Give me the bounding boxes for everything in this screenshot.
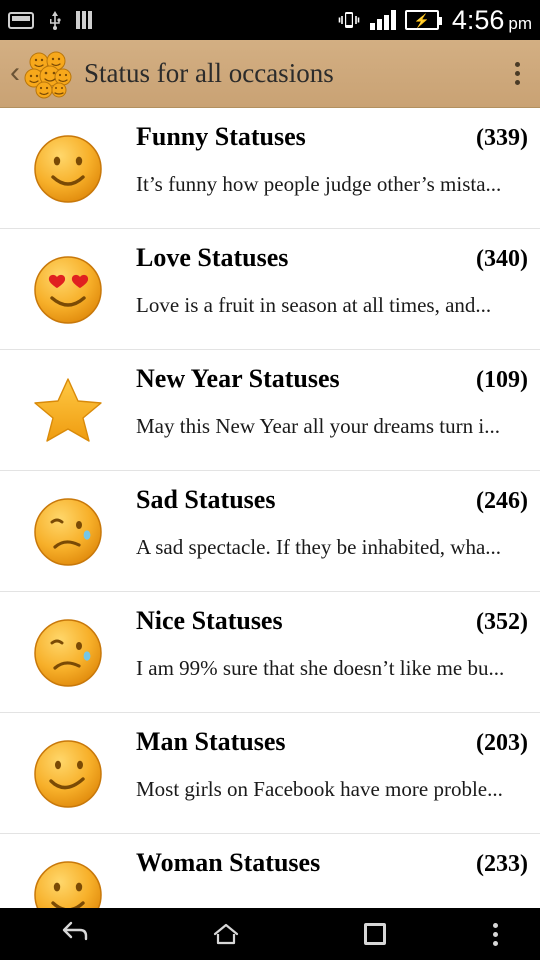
clock-ampm: pm bbox=[508, 13, 532, 33]
list-item-count: (109) bbox=[476, 367, 528, 393]
smiley-heart-eyes-icon bbox=[0, 229, 136, 350]
list-item-title-row: Nice Statuses (352) bbox=[136, 606, 528, 636]
smiley-sad-tear-icon bbox=[0, 592, 136, 713]
status-bar-clock: 4:56 pm bbox=[452, 5, 532, 36]
smiley-smirk-icon bbox=[0, 713, 136, 834]
sd-card-icon bbox=[8, 11, 34, 29]
list-item-title: Funny Statuses bbox=[136, 122, 306, 151]
action-bar: ‹ Status for all occasions bbox=[0, 40, 540, 108]
list-item-title-row: Sad Statuses (246) bbox=[136, 485, 528, 515]
nav-more-button[interactable] bbox=[450, 922, 540, 946]
usb-icon bbox=[48, 10, 62, 30]
smiley-sad-tear-icon bbox=[0, 471, 136, 592]
list-item-title: New Year Statuses bbox=[136, 364, 340, 393]
list-item-snippet: May this New Year all your dreams turn i… bbox=[136, 414, 500, 438]
list-item-body: New Year Statuses (109) May this New Yea… bbox=[136, 350, 540, 439]
list-item[interactable]: New Year Statuses (109) May this New Yea… bbox=[0, 350, 540, 471]
signal-bars-icon bbox=[76, 11, 92, 29]
list-item-title-row: Man Statuses (203) bbox=[136, 727, 528, 757]
list-item-title-row: New Year Statuses (109) bbox=[136, 364, 528, 394]
list-item-snippet: I am 99% sure that she doesn’t like me b… bbox=[136, 656, 505, 680]
list-item-body: Funny Statuses (339) It’s funny how peop… bbox=[136, 108, 540, 197]
list-item-body: Sad Statuses (246) A sad spectacle. If t… bbox=[136, 471, 540, 560]
clock-time: 4:56 bbox=[451, 4, 505, 35]
back-button[interactable]: ‹ bbox=[10, 57, 20, 88]
list-item-title: Nice Statuses bbox=[136, 606, 283, 635]
list-item-snippet: It’s funny how people judge other’s mist… bbox=[136, 172, 502, 196]
page-title: Status for all occasions bbox=[84, 58, 334, 88]
list-item[interactable]: Love Statuses (340) Love is a fruit in s… bbox=[0, 229, 540, 350]
list-item-body: Nice Statuses (352) I am 99% sure that s… bbox=[136, 592, 540, 681]
list-item-count: (246) bbox=[476, 488, 528, 514]
smiley-happy-icon bbox=[0, 834, 136, 908]
list-item-body: Love Statuses (340) Love is a fruit in s… bbox=[136, 229, 540, 318]
list-item-title: Sad Statuses bbox=[136, 485, 276, 514]
nav-home-button[interactable] bbox=[150, 922, 300, 946]
list-item-body: Man Statuses (203) Most girls on Faceboo… bbox=[136, 713, 540, 802]
list-item-count: (233) bbox=[476, 851, 528, 877]
list-item-title: Man Statuses bbox=[136, 727, 286, 756]
status-bar: ⚡ 4:56 pm bbox=[0, 0, 540, 40]
list-item-title-row: Love Statuses (340) bbox=[136, 243, 528, 273]
navigation-bar bbox=[0, 908, 540, 960]
nav-recents-button[interactable] bbox=[300, 923, 450, 945]
list-item-title: Love Statuses bbox=[136, 243, 289, 272]
list-item[interactable]: Nice Statuses (352) I am 99% sure that s… bbox=[0, 592, 540, 713]
nav-recents-icon bbox=[364, 923, 386, 945]
phone-screen: ⚡ 4:56 pm ‹ Status for all occasions Fun… bbox=[0, 0, 540, 960]
list-item-title-row: Funny Statuses (339) bbox=[136, 122, 528, 152]
overflow-menu-button[interactable] bbox=[504, 62, 530, 85]
list-item[interactable]: Sad Statuses (246) A sad spectacle. If t… bbox=[0, 471, 540, 592]
smiley-cluster-icon bbox=[22, 48, 74, 100]
smiley-happy-icon bbox=[0, 108, 136, 229]
list-item-snippet: Love is a fruit in season at all times, … bbox=[136, 293, 492, 317]
list-item[interactable]: Woman Statuses (233) bbox=[0, 834, 540, 908]
list-item[interactable]: Man Statuses (203) Most girls on Faceboo… bbox=[0, 713, 540, 834]
list-item[interactable]: Funny Statuses (339) It’s funny how peop… bbox=[0, 108, 540, 229]
list-item-count: (203) bbox=[476, 730, 528, 756]
nav-back-icon bbox=[60, 918, 90, 950]
list-item-snippet: Most girls on Facebook have more proble.… bbox=[136, 777, 503, 801]
list-item-title: Woman Statuses bbox=[136, 848, 321, 877]
vibrate-icon bbox=[337, 9, 361, 31]
list-item-count: (340) bbox=[476, 246, 528, 272]
list-item-count: (339) bbox=[476, 125, 528, 151]
nav-more-icon bbox=[492, 922, 498, 946]
status-category-list[interactable]: Funny Statuses (339) It’s funny how peop… bbox=[0, 108, 540, 908]
battery-charging-icon: ⚡ bbox=[404, 10, 442, 30]
cell-signal-icon bbox=[369, 10, 396, 30]
nav-home-icon bbox=[212, 922, 239, 946]
list-item-body: Woman Statuses (233) bbox=[136, 834, 540, 898]
status-bar-right-icons: ⚡ 4:56 pm bbox=[337, 5, 532, 36]
list-item-count: (352) bbox=[476, 609, 528, 635]
list-item-snippet: A sad spectacle. If they be inhabited, w… bbox=[136, 535, 502, 559]
star-icon bbox=[0, 350, 136, 471]
status-bar-left-icons bbox=[8, 10, 337, 30]
nav-back-button[interactable] bbox=[0, 918, 150, 950]
list-item-title-row: Woman Statuses (233) bbox=[136, 848, 528, 878]
